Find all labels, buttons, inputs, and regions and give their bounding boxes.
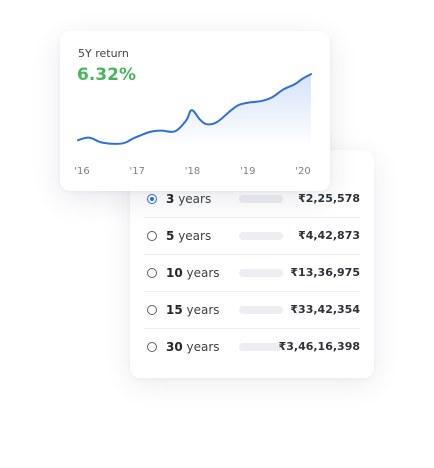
duration-years-number: 5 <box>166 229 175 243</box>
duration-years-number: 15 <box>166 303 183 317</box>
duration-label: 5 years <box>166 229 236 243</box>
duration-option-row[interactable]: 30 years ₹3,46,16,398 <box>144 329 360 365</box>
duration-radio[interactable] <box>147 194 157 204</box>
projected-amount: ₹4,42,873 <box>298 229 360 242</box>
x-tick-label: '20 <box>295 166 310 177</box>
duration-option-row[interactable]: 15 years ₹33,42,354 <box>144 292 360 328</box>
x-tick-label: '17 <box>130 166 145 177</box>
placeholder-bar <box>239 343 283 351</box>
projected-amount: ₹13,36,975 <box>290 266 360 279</box>
duration-years-unit: years <box>178 229 212 243</box>
returns-list: 3 years ₹2,25,578 5 years ₹4,42,873 10 years… <box>144 181 360 365</box>
duration-years-number: 3 <box>166 192 175 206</box>
duration-option-row[interactable]: 5 years ₹4,42,873 <box>144 218 360 254</box>
return-chart-card: '16 '17 '18 '19 '20 5Y return 6.32% <box>60 31 330 191</box>
duration-radio[interactable] <box>147 231 157 241</box>
duration-years-unit: years <box>186 303 220 317</box>
duration-years-unit: years <box>186 340 220 354</box>
placeholder-bar <box>239 306 283 314</box>
duration-label: 30 years <box>166 340 236 354</box>
return-value: 6.32% <box>77 65 136 85</box>
duration-radio[interactable] <box>147 305 157 315</box>
projected-amount: ₹3,46,16,398 <box>278 340 360 353</box>
duration-years-unit: years <box>178 192 212 206</box>
duration-label: 10 years <box>166 266 236 280</box>
duration-label: 3 years <box>166 192 236 206</box>
placeholder-bar <box>239 269 283 277</box>
duration-radio[interactable] <box>147 268 157 278</box>
x-tick-label: '16 <box>74 166 89 177</box>
duration-option-row[interactable]: 10 years ₹13,36,975 <box>144 255 360 291</box>
duration-label: 15 years <box>166 303 236 317</box>
placeholder-bar <box>239 232 283 240</box>
placeholder-bar <box>239 195 283 203</box>
chart-title: 5Y return <box>78 47 129 60</box>
projected-amount: ₹33,42,354 <box>290 303 360 316</box>
returns-illustration: 3 years ₹2,25,578 5 years ₹4,42,873 10 years… <box>0 0 434 468</box>
duration-years-unit: years <box>186 266 220 280</box>
duration-radio[interactable] <box>147 342 157 352</box>
x-tick-label: '18 <box>185 166 200 177</box>
x-tick-label: '19 <box>240 166 255 177</box>
duration-years-number: 10 <box>166 266 183 280</box>
duration-years-number: 30 <box>166 340 183 354</box>
